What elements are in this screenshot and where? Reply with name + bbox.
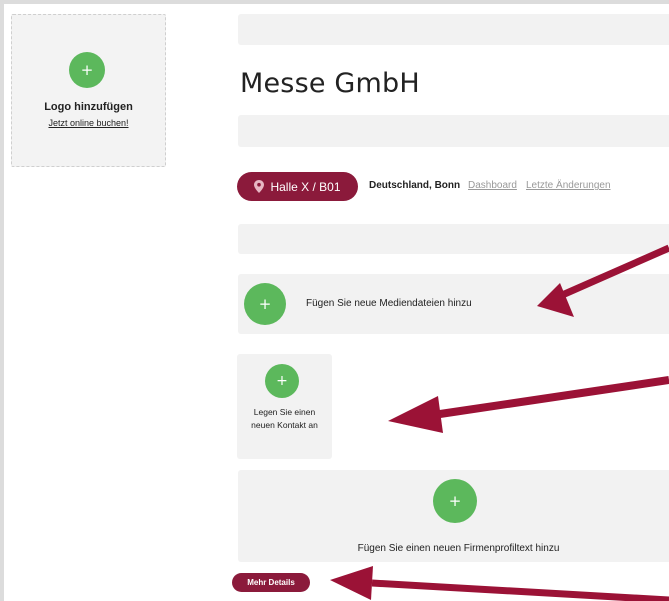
placeholder-bar: [238, 224, 669, 254]
add-profile-label: Fügen Sie einen neuen Firmenprofiltext h…: [357, 543, 560, 554]
add-contact-label-line2: neuen Kontakt an: [251, 420, 318, 430]
logo-upload-card[interactable]: + Logo hinzufügen Jetzt online buchen!: [11, 14, 166, 167]
add-profile-text-box[interactable]: + Fügen Sie einen neuen Firmenprofiltext…: [238, 470, 669, 562]
book-online-link[interactable]: Jetzt online buchen!: [12, 118, 165, 128]
add-media-plus-icon[interactable]: +: [244, 283, 286, 325]
add-contact-label-line1: Legen Sie einen: [253, 407, 316, 417]
add-profile-plus-icon[interactable]: +: [433, 479, 477, 523]
logo-title: Logo hinzufügen: [44, 101, 133, 113]
add-logo-plus-icon[interactable]: +: [69, 52, 105, 88]
map-pin-icon: [254, 180, 265, 193]
placeholder-bar: [238, 14, 669, 45]
hall-badge[interactable]: Halle X / B01: [237, 172, 358, 201]
add-media-box[interactable]: + Fügen Sie neue Mediendateien hinzu: [238, 274, 669, 334]
add-contact-label: Legen Sie einen neuen Kontakt an: [241, 406, 328, 432]
company-name: Messe GmbH: [240, 68, 420, 99]
add-media-label: Fügen Sie neue Mediendateien hinzu: [306, 298, 472, 309]
add-contact-plus-icon[interactable]: +: [265, 364, 299, 398]
hall-label: Halle X / B01: [270, 179, 341, 194]
dashboard-link[interactable]: Dashboard: [468, 180, 517, 191]
placeholder-bar: [238, 115, 669, 147]
more-details-button[interactable]: Mehr Details: [232, 573, 310, 592]
add-contact-card[interactable]: + Legen Sie einen neuen Kontakt an: [237, 354, 332, 459]
location-text: Deutschland, Bonn: [369, 180, 461, 191]
recent-changes-link[interactable]: Letzte Änderungen: [526, 180, 611, 191]
